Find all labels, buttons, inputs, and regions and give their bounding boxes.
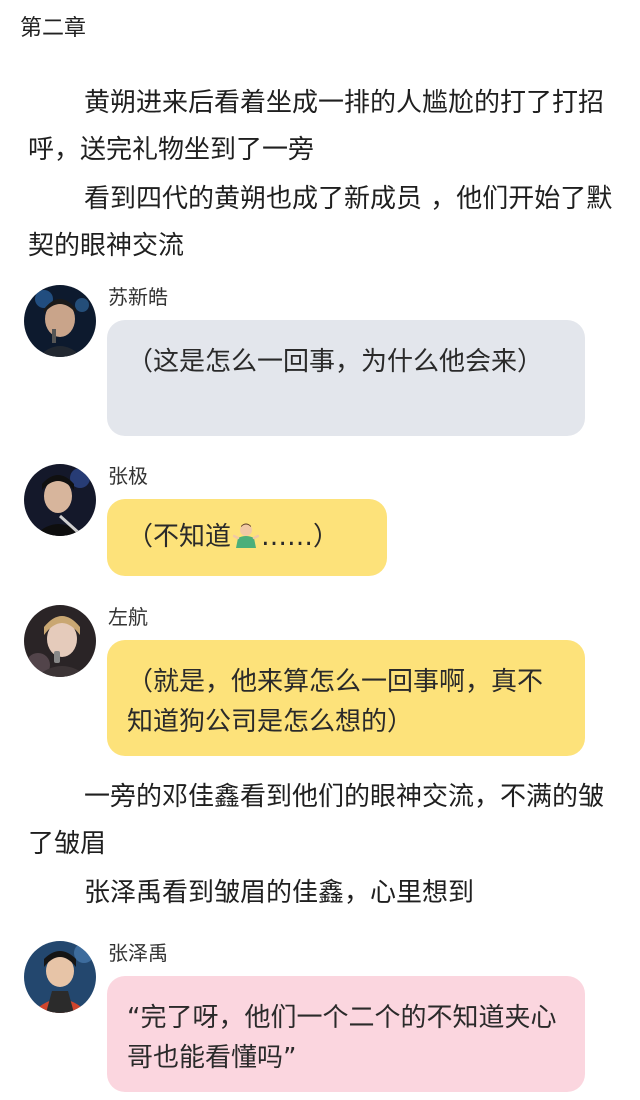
avatar[interactable] [24, 285, 96, 357]
avatar[interactable] [24, 464, 96, 536]
message-text: “完了呀，他们一个二个的不知道夹心哥也能看懂吗” [127, 1003, 557, 1073]
chat-bubble: （不知道 ……） [107, 499, 387, 576]
message-text: （不知道 [127, 522, 232, 552]
story-paragraph: 黄朔进来后看着坐成一排的人尴尬的打了打招呼，送完礼物坐到了一旁 [28, 88, 605, 165]
message-text: ……） [261, 522, 340, 552]
avatar[interactable] [24, 941, 96, 1013]
chat-message: 左航 （就是，他来算怎么一回事啊，真不知道狗公司是怎么想的） [24, 605, 624, 757]
story-paragraph: 看到四代的黄朔也成了新成员 ，他们开始了默契的眼神交流 [28, 184, 613, 261]
sender-name: 苏新皓 [108, 285, 168, 309]
chapter-title: 第二章 [20, 16, 87, 41]
message-text: （这是怎么一回事，为什么他会来） [127, 347, 544, 377]
sender-name: 张极 [108, 464, 148, 488]
chat-bubble: “完了呀，他们一个二个的不知道夹心哥也能看懂吗” [107, 976, 585, 1092]
chat-bubble: （就是，他来算怎么一回事啊，真不知道狗公司是怎么想的） [107, 640, 585, 756]
chat-message: 苏新皓 （这是怎么一回事，为什么他会来） [24, 285, 624, 437]
message-text: （就是，他来算怎么一回事啊，真不知道狗公司是怎么想的） [127, 667, 544, 737]
chat-bubble: （这是怎么一回事，为什么他会来） [107, 320, 585, 436]
person-shrugging-icon [232, 520, 260, 548]
story-paragraph: 一旁的邓佳鑫看到他们的眼神交流，不满的皱了皱眉 [28, 782, 605, 859]
avatar[interactable] [24, 605, 96, 677]
chat-message: 张泽禹 “完了呀，他们一个二个的不知道夹心哥也能看懂吗” [24, 941, 624, 1093]
sender-name: 张泽禹 [108, 941, 168, 965]
story-paragraph: 张泽禹看到皱眉的佳鑫，心里想到 [84, 878, 475, 908]
sender-name: 左航 [108, 605, 148, 629]
chat-message: 张极 （不知道 ……） [24, 464, 624, 578]
